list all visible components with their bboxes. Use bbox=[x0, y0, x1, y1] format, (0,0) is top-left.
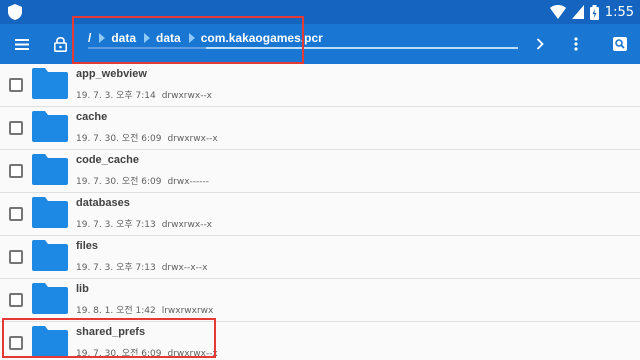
file-name: lib bbox=[76, 283, 89, 295]
row-checkbox[interactable] bbox=[9, 207, 23, 221]
file-row[interactable]: code_cache 19. 7. 30. 오전 6:09 drwx------ bbox=[0, 150, 640, 193]
row-checkbox[interactable] bbox=[9, 250, 23, 264]
shield-icon bbox=[8, 4, 22, 20]
file-date: 19. 8. 1. 오전 1:42 bbox=[76, 306, 156, 316]
file-date: 19. 7. 3. 오후 7:13 bbox=[76, 263, 156, 273]
folder-icon bbox=[32, 154, 68, 185]
file-name: files bbox=[76, 240, 99, 252]
file-row[interactable]: files 19. 7. 3. 오후 7:13 drwx--x--x bbox=[0, 236, 640, 279]
row-checkbox[interactable] bbox=[9, 336, 23, 350]
file-meta: 19. 7. 30. 오전 6:09 drwxrwx--x bbox=[76, 346, 218, 359]
file-permissions: lrwxrwxrwx bbox=[161, 306, 214, 316]
file-date: 19. 7. 3. 오후 7:14 bbox=[76, 91, 156, 101]
row-checkbox[interactable] bbox=[9, 293, 23, 307]
file-date: 19. 7. 30. 오전 6:09 bbox=[76, 177, 162, 187]
file-permissions: drwxrwx--x bbox=[161, 220, 213, 230]
row-checkbox[interactable] bbox=[9, 78, 23, 92]
file-name: cache bbox=[76, 111, 108, 123]
folder-icon bbox=[32, 240, 68, 271]
row-checkbox[interactable] bbox=[9, 164, 23, 178]
next-path-button[interactable] bbox=[522, 24, 558, 64]
lock-icon bbox=[53, 36, 67, 52]
search-button[interactable] bbox=[602, 24, 638, 64]
file-permissions: drwx------ bbox=[167, 177, 210, 187]
file-list: app_webview 19. 7. 3. 오후 7:14 drwxrwx--x ca… bbox=[0, 64, 640, 360]
more-options-button[interactable] bbox=[558, 24, 594, 64]
file-meta: 19. 7. 3. 오후 7:13 drwxrwx--x bbox=[76, 217, 212, 230]
folder-icon bbox=[32, 68, 68, 99]
file-name: code_cache bbox=[76, 154, 139, 166]
folder-icon bbox=[32, 111, 68, 142]
clock-time: 1:55 bbox=[604, 4, 634, 20]
file-name: app_webview bbox=[76, 68, 147, 80]
file-meta: 19. 7. 30. 오전 6:09 drwx------ bbox=[76, 174, 209, 187]
more-vert-icon bbox=[574, 37, 578, 51]
search-icon bbox=[613, 37, 627, 51]
file-meta: 19. 7. 3. 오후 7:14 drwxrwx--x bbox=[76, 88, 212, 101]
file-permissions: drwxrwx--x bbox=[167, 134, 218, 144]
file-date: 19. 7. 30. 오전 6:09 bbox=[76, 134, 162, 144]
file-row[interactable]: cache 19. 7. 30. 오전 6:09 drwxrwx--x bbox=[0, 107, 640, 150]
file-meta: 19. 7. 3. 오후 7:13 drwx--x--x bbox=[76, 260, 207, 273]
file-permissions: drwx--x--x bbox=[161, 263, 208, 273]
file-meta: 19. 8. 1. 오전 1:42 lrwxrwxrwx bbox=[76, 303, 213, 316]
file-row[interactable]: shared_prefs 19. 7. 30. 오전 6:09 drwxrwx--x bbox=[0, 322, 640, 360]
path-highlight-box bbox=[72, 16, 304, 64]
signal-icon bbox=[571, 5, 584, 19]
file-date: 19. 7. 3. 오후 7:13 bbox=[76, 220, 156, 230]
file-row[interactable]: databases 19. 7. 3. 오후 7:13 drwxrwx--x bbox=[0, 193, 640, 236]
menu-icon bbox=[15, 38, 29, 50]
menu-button[interactable] bbox=[4, 24, 40, 64]
file-name: shared_prefs bbox=[76, 326, 146, 338]
folder-icon bbox=[32, 326, 68, 357]
row-checkbox[interactable] bbox=[9, 121, 23, 135]
battery-icon bbox=[589, 4, 599, 20]
file-date: 19. 7. 30. 오전 6:09 bbox=[76, 349, 162, 359]
folder-icon bbox=[32, 197, 68, 228]
file-row[interactable]: app_webview 19. 7. 3. 오후 7:14 drwxrwx--x bbox=[0, 64, 640, 107]
file-meta: 19. 7. 30. 오전 6:09 drwxrwx--x bbox=[76, 131, 218, 144]
file-row[interactable]: lib 19. 8. 1. 오전 1:42 lrwxrwxrwx bbox=[0, 279, 640, 322]
file-permissions: drwxrwx--x bbox=[167, 349, 218, 359]
wifi-icon bbox=[549, 5, 566, 19]
file-name: databases bbox=[76, 197, 130, 209]
file-permissions: drwxrwx--x bbox=[161, 91, 213, 101]
chevron-right-icon bbox=[536, 38, 544, 50]
folder-icon bbox=[32, 283, 68, 314]
